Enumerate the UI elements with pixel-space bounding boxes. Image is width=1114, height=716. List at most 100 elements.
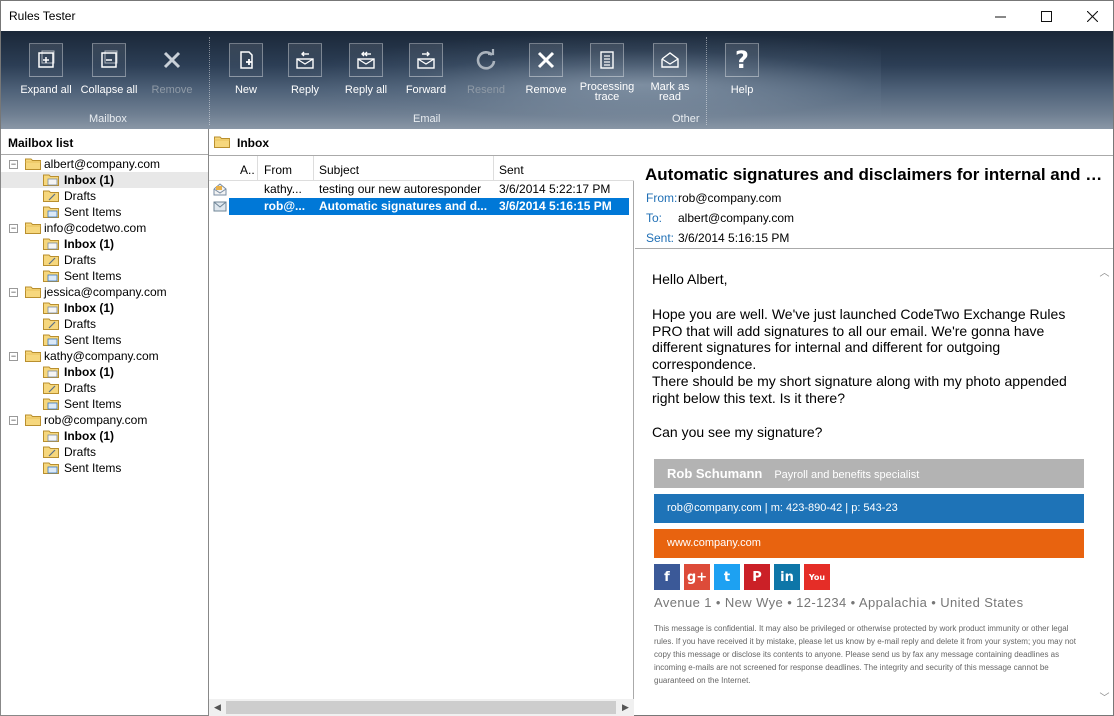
message-sent: 3/6/2014 5:22:17 PM [499,182,611,196]
forward-button[interactable]: Forward [395,43,457,113]
drafts-folder-icon [43,318,59,330]
mailbox-account-label: jessica@company.com [44,285,167,299]
from-value: rob@company.com [678,191,782,205]
reply-button[interactable]: Reply [274,43,336,113]
collapse-all-button[interactable]: Collapse all [78,43,140,113]
sent-items-folder[interactable]: Sent Items [1,268,208,284]
ribbon-toolbar: Expand all Collapse all Remove Mailbox N… [0,31,1114,129]
minimize-button[interactable] [977,1,1023,31]
maximize-icon [1040,10,1052,22]
remove-mailbox-button[interactable]: Remove [141,43,203,113]
signature-website-bar[interactable]: www.company.com [654,529,1084,558]
vertical-scrollbar[interactable]: ︿ ﹀ [1096,268,1113,704]
inbox-folder[interactable]: Inbox (1) [1,428,208,444]
scroll-right-icon[interactable]: ▶ [617,701,634,714]
remove-email-button[interactable]: Remove [515,43,577,113]
envelope-read-icon [213,183,227,196]
scroll-down-icon[interactable]: ﹀ [1099,693,1110,704]
drafts-folder[interactable]: Drafts [1,188,208,204]
drafts-folder[interactable]: Drafts [1,380,208,396]
message-to-line: To: albert@company.com [646,211,794,225]
linkedin-icon[interactable]: in [774,564,800,590]
message-subject-heading: Automatic signatures and disclaimers for… [645,165,1105,184]
column-header-from[interactable]: From [259,156,314,180]
reading-pane: Automatic signatures and disclaimers for… [635,156,1113,716]
reply-all-button[interactable]: Reply all [335,43,397,113]
drafts-folder-icon [43,254,59,266]
message-body: Hello Albert, Hope you are well. We've j… [638,256,1109,711]
inbox-folder-icon [43,238,59,250]
collapse-toggle-icon[interactable]: − [9,416,18,425]
message-sent: 3/6/2014 5:16:15 PM [499,199,612,213]
envelope-icon [213,201,227,212]
sent-items-folder[interactable]: Sent Items [1,460,208,476]
window-title: Rules Tester [9,9,76,23]
new-button[interactable]: New [215,43,277,113]
scrollbar-thumb[interactable] [226,701,616,714]
inbox-folder[interactable]: Inbox (1) [1,172,208,188]
inbox-folder[interactable]: Inbox (1) [1,364,208,380]
youtube-icon[interactable]: You [804,564,830,590]
message-row-selected[interactable]: rob@... Automatic signatures and d... 3/… [209,198,634,215]
sent-items-folder[interactable]: Sent Items [1,396,208,412]
close-button[interactable] [1069,1,1114,31]
reply-icon [296,51,314,69]
maximize-button[interactable] [1023,1,1069,31]
sent-items-folder-icon [43,334,59,346]
horizontal-scrollbar[interactable]: ◀ ▶ [209,699,634,716]
column-header-subject[interactable]: Subject [314,156,494,180]
drafts-folder[interactable]: Drafts [1,444,208,460]
sent-items-folder[interactable]: Sent Items [1,332,208,348]
help-icon: ? [735,46,749,74]
drafts-folder[interactable]: Drafts [1,252,208,268]
scroll-up-icon[interactable]: ︿ [1099,268,1110,279]
mailbox-account[interactable]: − info@codetwo.com [1,220,208,236]
pinterest-icon[interactable]: P [744,564,770,590]
content-pane: Inbox A.. From Subject Sent kathy... tes… [209,129,1114,716]
mark-as-read-button[interactable]: Mark as read [639,43,701,113]
inbox-folder-icon [43,174,59,186]
column-header-sent[interactable]: Sent [494,156,634,180]
help-button[interactable]: ? Help [711,43,773,113]
collapse-toggle-icon[interactable]: − [9,160,18,169]
ribbon-separator [706,37,707,125]
sent-items-folder-icon [43,270,59,282]
expand-all-label: Expand all [20,84,72,96]
expand-all-button[interactable]: Expand all [15,43,77,113]
mailbox-account[interactable]: − jessica@company.com [1,284,208,300]
sent-items-folder[interactable]: Sent Items [1,204,208,220]
folder-header: Inbox [209,129,1113,156]
mailbox-account-label: rob@company.com [44,413,148,427]
sent-items-folder-icon [43,206,59,218]
folder-icon [25,350,41,362]
twitter-icon[interactable]: t [714,564,740,590]
facebook-icon[interactable]: f [654,564,680,590]
remove-icon [163,51,181,69]
column-header-attachment[interactable]: A.. [234,156,258,180]
mailbox-account-label: info@codetwo.com [44,221,147,235]
collapse-toggle-icon[interactable]: − [9,224,18,233]
google-plus-icon[interactable]: g+ [684,564,710,590]
drafts-folder[interactable]: Drafts [1,316,208,332]
collapse-toggle-icon[interactable]: − [9,352,18,361]
folder-icon [25,414,41,426]
message-row[interactable]: kathy... testing our new autoresponder 3… [209,181,634,198]
signature-disclaimer: This message is confidential. It may als… [654,624,1076,685]
mailbox-account[interactable]: − albert@company.com [1,156,208,172]
forward-icon [417,51,435,69]
social-icons: f g+ t Pin You [654,564,830,590]
inbox-folder[interactable]: Inbox (1) [1,300,208,316]
processing-trace-button[interactable]: Processing trace [576,43,638,113]
drafts-folder-label: Drafts [64,445,97,459]
collapse-toggle-icon[interactable]: − [9,288,18,297]
inbox-folder[interactable]: Inbox (1) [1,236,208,252]
mailbox-account-label: albert@company.com [44,157,161,171]
close-icon [1086,10,1098,22]
scroll-left-icon[interactable]: ◀ [209,701,226,714]
sent-items-folder-icon [43,398,59,410]
forward-label: Forward [405,84,447,96]
resend-button[interactable]: Resend [455,43,517,113]
mailbox-account[interactable]: − rob@company.com [1,412,208,428]
mailbox-account[interactable]: − kathy@company.com [1,348,208,364]
folder-icon [25,222,41,234]
